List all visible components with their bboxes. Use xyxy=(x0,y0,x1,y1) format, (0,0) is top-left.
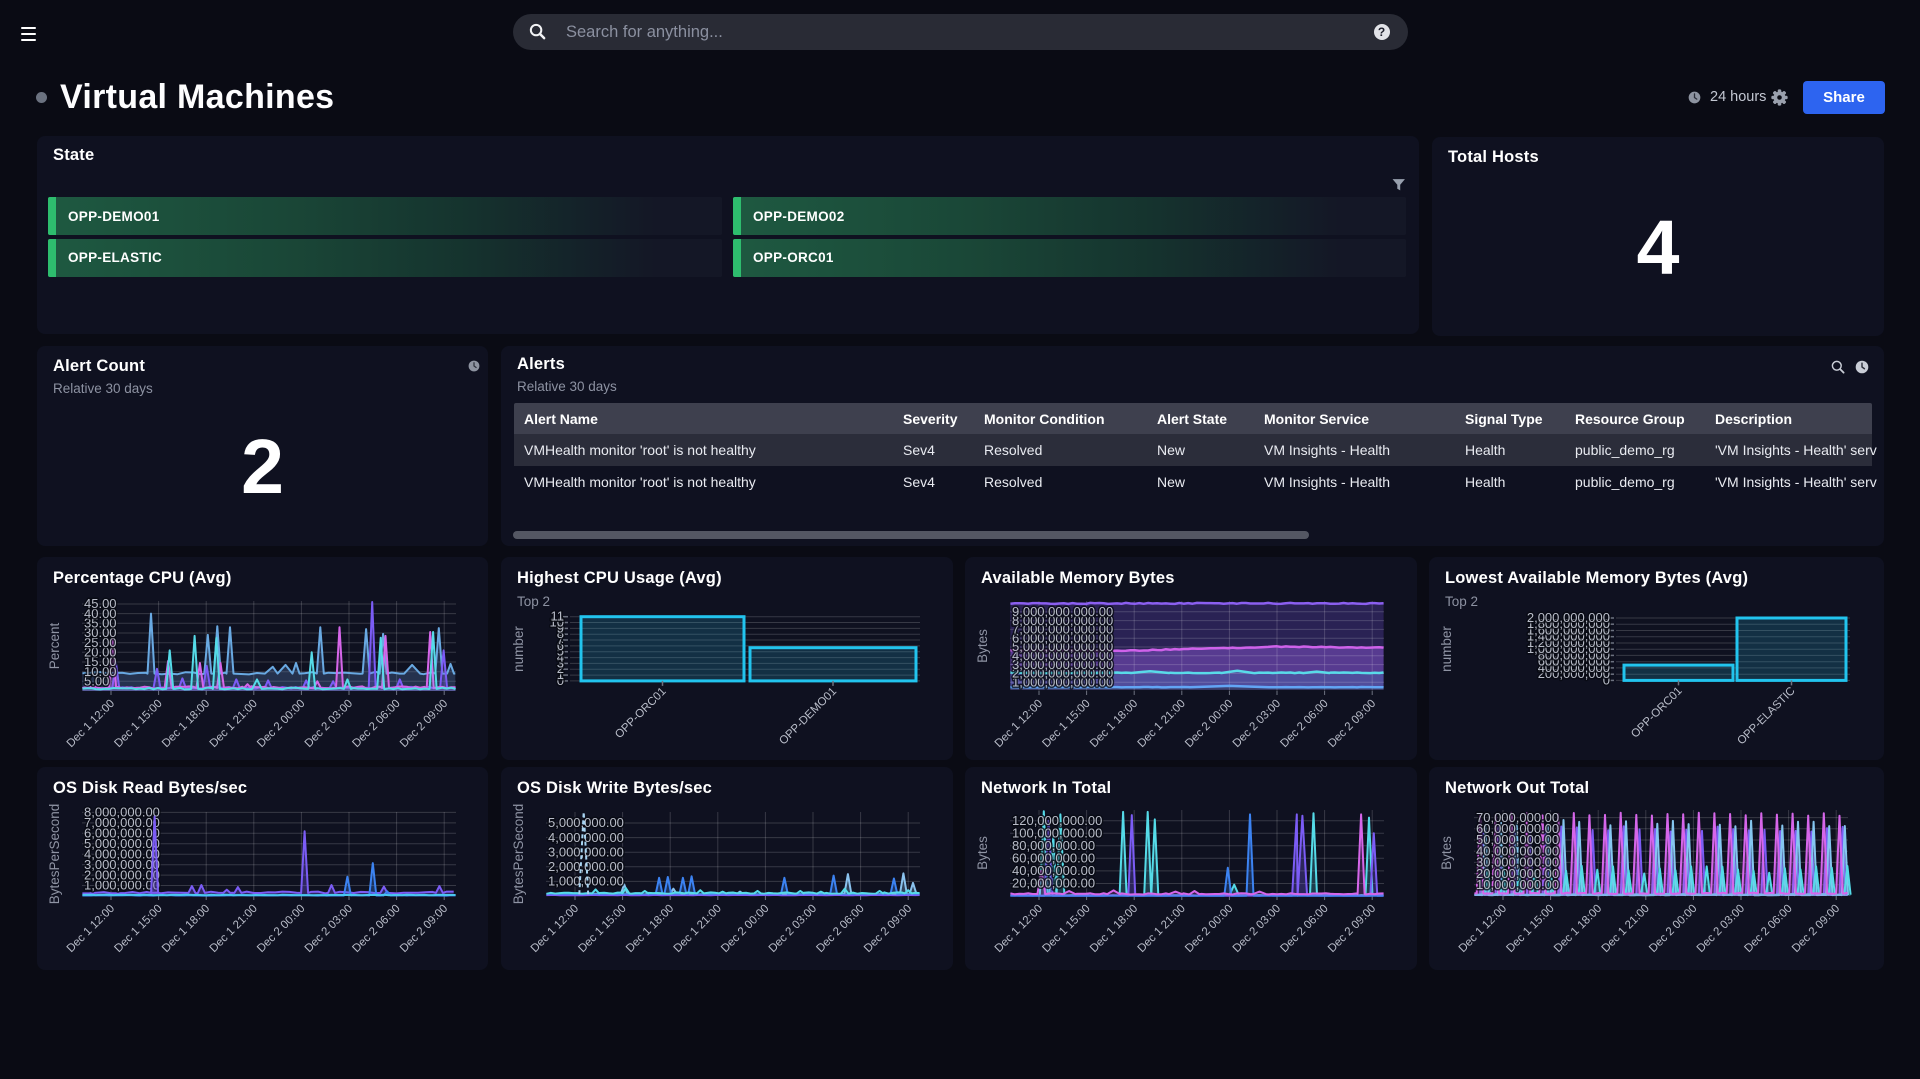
svg-text:Bytes: Bytes xyxy=(975,629,990,663)
svg-text:Dec 2 06:00: Dec 2 06:00 xyxy=(1742,903,1794,955)
svg-text:Dec 2 00:00: Dec 2 00:00 xyxy=(1183,903,1235,955)
svg-text:Dec 2 09:00: Dec 2 09:00 xyxy=(1326,903,1378,955)
svg-text:Dec 2 03:00: Dec 2 03:00 xyxy=(767,903,819,955)
svg-text:Dec 1 21:00: Dec 1 21:00 xyxy=(1136,698,1188,750)
svg-text:2,000,000,000: 2,000,000,000 xyxy=(1527,610,1610,625)
svg-text:Dec 1 15:00: Dec 1 15:00 xyxy=(112,903,164,955)
svg-text:Percent: Percent xyxy=(47,622,62,669)
svg-text:Dec 2 00:00: Dec 2 00:00 xyxy=(255,698,307,750)
svg-text:Bytes: Bytes xyxy=(1439,836,1454,870)
svg-text:5,000,000.00: 5,000,000.00 xyxy=(548,815,624,830)
svg-text:number: number xyxy=(1439,626,1454,672)
svg-text:Dec 1 15:00: Dec 1 15:00 xyxy=(576,903,628,955)
svg-text:Dec 1 21:00: Dec 1 21:00 xyxy=(1600,903,1652,955)
svg-text:Dec 1 12:00: Dec 1 12:00 xyxy=(993,698,1045,750)
svg-text:8,000,000.00: 8,000,000.00 xyxy=(84,805,160,820)
svg-text:45.00: 45.00 xyxy=(84,596,117,611)
svg-text:Dec 1 12:00: Dec 1 12:00 xyxy=(1457,903,1509,955)
svg-text:1,000,000.00: 1,000,000.00 xyxy=(548,874,624,889)
svg-text:Dec 1 21:00: Dec 1 21:00 xyxy=(1136,903,1188,955)
svg-text:70,000,000.00: 70,000,000.00 xyxy=(1476,810,1559,825)
svg-text:Dec 2 03:00: Dec 2 03:00 xyxy=(1695,903,1747,955)
svg-text:Dec 1 21:00: Dec 1 21:00 xyxy=(208,698,260,750)
svg-text:Dec 1 18:00: Dec 1 18:00 xyxy=(1088,698,1140,750)
svg-text:Dec 2 00:00: Dec 2 00:00 xyxy=(1647,903,1699,955)
svg-text:Dec 2 03:00: Dec 2 03:00 xyxy=(303,698,355,750)
svg-text:OPP-ORC01: OPP-ORC01 xyxy=(613,686,668,741)
svg-text:OPP-ORC01: OPP-ORC01 xyxy=(1629,685,1684,740)
svg-text:Dec 1 15:00: Dec 1 15:00 xyxy=(1504,903,1556,955)
svg-text:Dec 1 18:00: Dec 1 18:00 xyxy=(1088,903,1140,955)
svg-text:Dec 2 00:00: Dec 2 00:00 xyxy=(719,903,771,955)
svg-text:Dec 1 12:00: Dec 1 12:00 xyxy=(993,903,1045,955)
svg-text:Dec 1 18:00: Dec 1 18:00 xyxy=(624,903,676,955)
svg-text:Dec 2 00:00: Dec 2 00:00 xyxy=(255,903,307,955)
svg-text:120,000,000.00: 120,000,000.00 xyxy=(1012,813,1102,828)
svg-text:Dec 2 03:00: Dec 2 03:00 xyxy=(1231,903,1283,955)
svg-text:Dec 1 18:00: Dec 1 18:00 xyxy=(160,698,212,750)
svg-text:Dec 2 06:00: Dec 2 06:00 xyxy=(350,903,402,955)
svg-text:Dec 1 12:00: Dec 1 12:00 xyxy=(65,698,117,750)
svg-text:Dec 2 09:00: Dec 2 09:00 xyxy=(398,903,450,955)
svg-text:11: 11 xyxy=(551,609,565,624)
svg-text:9,000,000,000.00: 9,000,000,000.00 xyxy=(1012,604,1113,619)
svg-text:Dec 1 12:00: Dec 1 12:00 xyxy=(529,903,581,955)
svg-text:Dec 1 15:00: Dec 1 15:00 xyxy=(112,698,164,750)
svg-text:Dec 2 09:00: Dec 2 09:00 xyxy=(398,698,450,750)
svg-text:Dec 1 15:00: Dec 1 15:00 xyxy=(1040,903,1092,955)
svg-text:Dec 2 09:00: Dec 2 09:00 xyxy=(1790,903,1842,955)
svg-text:Dec 2 06:00: Dec 2 06:00 xyxy=(1278,903,1330,955)
svg-text:BytesPerSecond: BytesPerSecond xyxy=(47,804,62,905)
svg-text:Dec 2 03:00: Dec 2 03:00 xyxy=(1231,698,1283,750)
svg-text:Dec 2 06:00: Dec 2 06:00 xyxy=(1278,698,1330,750)
svg-text:OPP-ELASTIC: OPP-ELASTIC xyxy=(1735,685,1797,747)
svg-text:Dec 1 18:00: Dec 1 18:00 xyxy=(1552,903,1604,955)
svg-text:Dec 1 15:00: Dec 1 15:00 xyxy=(1040,698,1092,750)
svg-text:Dec 2 00:00: Dec 2 00:00 xyxy=(1183,698,1235,750)
svg-text:Dec 2 09:00: Dec 2 09:00 xyxy=(862,903,914,955)
svg-text:Dec 2 06:00: Dec 2 06:00 xyxy=(814,903,866,955)
svg-text:Dec 2 09:00: Dec 2 09:00 xyxy=(1326,698,1378,750)
svg-text:Dec 2 06:00: Dec 2 06:00 xyxy=(350,698,402,750)
svg-text:Dec 1 18:00: Dec 1 18:00 xyxy=(160,903,212,955)
svg-text:number: number xyxy=(511,626,526,672)
svg-text:Dec 1 21:00: Dec 1 21:00 xyxy=(672,903,724,955)
svg-text:Dec 1 12:00: Dec 1 12:00 xyxy=(65,903,117,955)
svg-text:OPP-DEMO01: OPP-DEMO01 xyxy=(777,686,839,748)
svg-text:BytesPerSecond: BytesPerSecond xyxy=(511,804,526,905)
svg-text:Dec 1 21:00: Dec 1 21:00 xyxy=(208,903,260,955)
svg-text:Dec 2 03:00: Dec 2 03:00 xyxy=(303,903,355,955)
svg-text:Bytes: Bytes xyxy=(975,836,990,870)
